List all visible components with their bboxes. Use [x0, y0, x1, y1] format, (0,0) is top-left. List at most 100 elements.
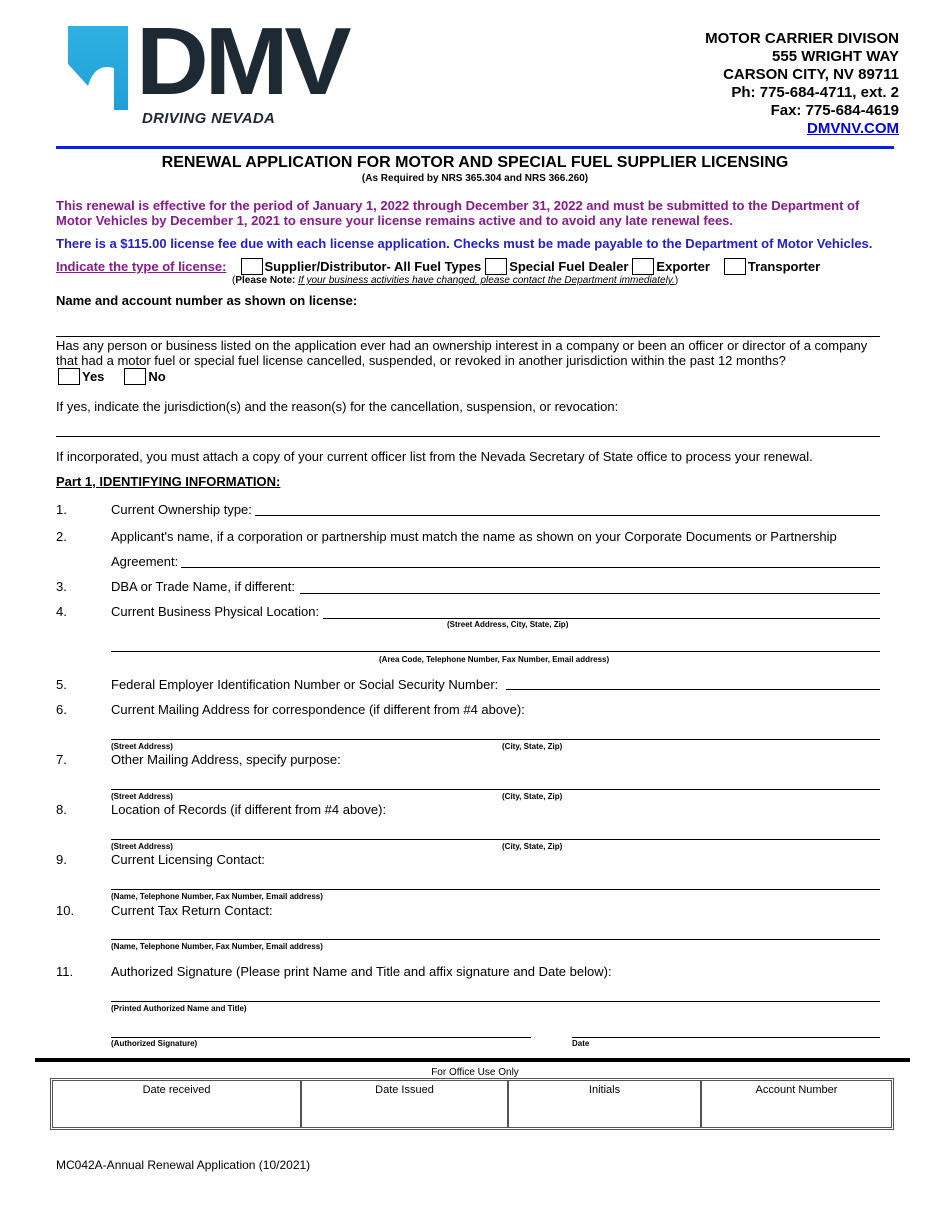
license-type-label: Indicate the type of license: — [56, 259, 227, 274]
section-divider — [35, 1058, 910, 1062]
incorporated-note: If incorporated, you must attach a copy … — [56, 449, 813, 464]
field-caption: (Name, Telephone Number, Fax Number, Ema… — [111, 892, 323, 901]
date-input[interactable] — [572, 1022, 880, 1038]
fein-ssn-input[interactable] — [506, 674, 880, 690]
other-mailing-label: Other Mailing Address, specify purpose: — [111, 752, 341, 767]
option-label: Supplier/Distributor- All Fuel Types — [264, 259, 482, 274]
item-number: 7. — [56, 752, 67, 767]
option-supplier-distributor[interactable]: Supplier/Distributor- All Fuel Types — [240, 258, 482, 275]
agreement-label: Agreement: — [111, 554, 179, 569]
physical-location-input[interactable] — [323, 603, 880, 619]
fein-ssn-label: Federal Employer Identification Number o… — [111, 677, 499, 692]
nevada-mark-icon — [68, 26, 128, 110]
ownership-type-label: Current Ownership type: — [111, 502, 252, 517]
item-number: 8. — [56, 802, 67, 817]
transporter-checkbox[interactable] — [723, 258, 746, 275]
field-caption: (Authorized Signature) — [111, 1039, 198, 1048]
option-exporter[interactable]: Exporter — [632, 258, 710, 275]
fax-line: Fax: 775-684-4619 — [770, 102, 899, 119]
item-number: 10. — [56, 903, 75, 918]
item-number: 4. — [56, 604, 67, 619]
special-fuel-dealer-checkbox[interactable] — [485, 258, 508, 275]
records-location-input[interactable] — [111, 824, 880, 840]
option-label: Special Fuel Dealer — [509, 259, 629, 274]
field-caption: (Area Code, Telephone Number, Fax Number… — [379, 655, 610, 664]
office-use-table: Date received Date Issued Initials Accou… — [50, 1078, 894, 1130]
jurisdiction-reason-input[interactable] — [56, 421, 880, 437]
mailing-address-input[interactable] — [111, 724, 880, 740]
office-use-label: For Office Use Only — [431, 1067, 519, 1078]
initials-cell: Initials — [509, 1081, 702, 1127]
no-label: No — [148, 369, 166, 384]
item-number: 1. — [56, 502, 67, 517]
form-subtitle: (As Required by NRS 365.304 and NRS 366.… — [361, 173, 589, 184]
account-number-cell: Account Number — [755, 1084, 838, 1096]
ownership-question: Has any person or business listed on the… — [56, 338, 868, 368]
field-caption: (Printed Authorized Name and Title) — [111, 1004, 247, 1013]
date-issued-cell: Date Issued — [302, 1081, 509, 1127]
ownership-type-input[interactable] — [255, 500, 880, 516]
signature-input[interactable] — [111, 1022, 531, 1038]
authorized-signature-label: Authorized Signature (Please print Name … — [111, 964, 612, 979]
dmv-wordmark: DMV — [136, 8, 352, 115]
renewal-period-notice: This renewal is effective for the period… — [56, 198, 860, 228]
option-transporter[interactable]: Transporter — [723, 258, 821, 275]
supplier-distributor-checkbox[interactable] — [240, 258, 263, 275]
dba-label: DBA or Trade Name, if different: — [111, 579, 296, 594]
date-received-cell: Date received — [53, 1081, 302, 1127]
note-text: If your business activities have changed… — [298, 275, 675, 286]
license-type-row: Indicate the type of license: Supplier/D… — [56, 258, 824, 275]
yes-no-group: Yes No — [58, 368, 166, 385]
applicant-name-label: Applicant's name, if a corporation or pa… — [111, 529, 837, 544]
no-checkbox[interactable] — [124, 368, 147, 385]
exporter-checkbox[interactable] — [632, 258, 655, 275]
dba-input[interactable] — [300, 578, 880, 594]
field-caption: (Street Address) — [111, 742, 173, 751]
if-yes-instruction: If yes, indicate the jurisdiction(s) and… — [56, 399, 619, 414]
item-number: 6. — [56, 702, 67, 717]
website-link[interactable]: DMVNV.COM — [807, 120, 899, 137]
item-number: 5. — [56, 677, 67, 692]
address-line: 555 WRIGHT WAY — [772, 48, 899, 65]
note-prefix: Please Note: — [235, 275, 296, 286]
form-title: RENEWAL APPLICATION FOR MOTOR AND SPECIA… — [161, 154, 789, 171]
licensing-contact-label: Current Licensing Contact: — [111, 852, 265, 867]
item-number: 9. — [56, 852, 67, 867]
field-caption: (City, State, Zip) — [502, 842, 563, 851]
address-line: MOTOR CARRIER DIVISON — [705, 30, 899, 47]
name-account-input[interactable] — [56, 321, 880, 337]
field-caption: (Name, Telephone Number, Fax Number, Ema… — [111, 942, 323, 951]
applicant-name-input[interactable] — [181, 552, 880, 568]
yes-label: Yes — [82, 369, 105, 384]
tax-contact-input[interactable] — [111, 924, 880, 940]
item-number: 3. — [56, 579, 67, 594]
part1-heading: Part 1, IDENTIFYING INFORMATION: — [56, 474, 281, 489]
mailing-address-label: Current Mailing Address for corresponden… — [111, 702, 525, 717]
division-address: MOTOR CARRIER DIVISON 555 WRIGHT WAY CAR… — [705, 30, 899, 138]
other-mailing-input[interactable] — [111, 774, 880, 790]
field-caption: Date — [572, 1039, 590, 1048]
field-caption: (Street Address, City, State, Zip) — [447, 620, 569, 629]
item-number: 2. — [56, 529, 67, 544]
item-number: 11. — [56, 964, 74, 979]
tax-contact-label: Current Tax Return Contact: — [111, 903, 273, 918]
yes-checkbox[interactable] — [58, 368, 80, 385]
physical-location-label: Current Business Physical Location: — [111, 604, 320, 619]
field-caption: (Street Address) — [111, 842, 173, 851]
phone-line: Ph: 775-684-4711, ext. 2 — [731, 84, 899, 101]
option-special-fuel-dealer[interactable]: Special Fuel Dealer — [485, 258, 628, 275]
please-note: (Please Note: If your business activitie… — [232, 275, 679, 286]
logo-tagline: DRIVING NEVADA — [142, 110, 276, 127]
field-caption: (City, State, Zip) — [502, 792, 563, 801]
printed-name-title-input[interactable] — [111, 986, 880, 1002]
phone-fax-email-input[interactable] — [111, 636, 880, 652]
option-label: Transporter — [747, 259, 821, 274]
address-line: CARSON CITY, NV 89711 — [723, 66, 899, 83]
field-caption: (City, State, Zip) — [502, 742, 563, 751]
name-account-label: Name and account number as shown on lice… — [56, 293, 358, 308]
field-caption: (Street Address) — [111, 792, 173, 801]
records-location-label: Location of Records (if different from #… — [111, 802, 387, 817]
header-divider — [56, 146, 894, 149]
licensing-contact-input[interactable] — [111, 874, 880, 890]
form-id-footer: MC042A-Annual Renewal Application (10/20… — [56, 1158, 311, 1172]
